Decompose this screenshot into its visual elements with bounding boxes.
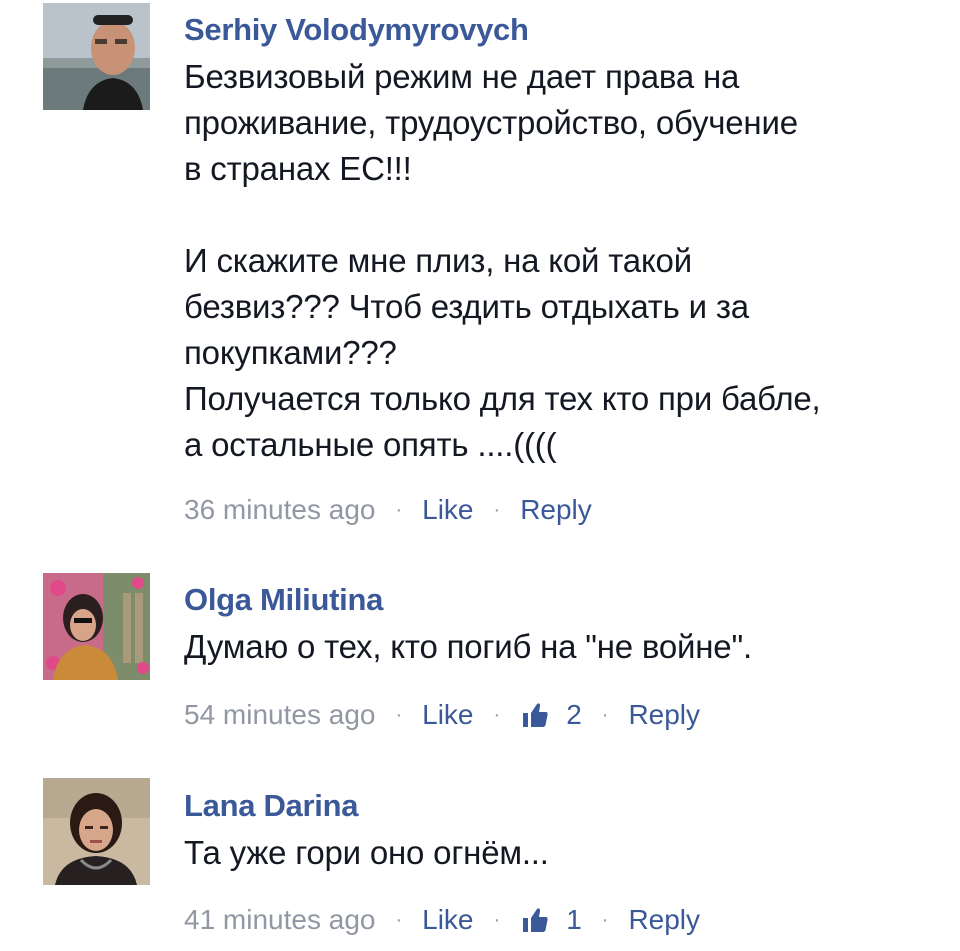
comment-text-line: Та уже гори оно огнём... bbox=[184, 834, 549, 871]
reply-button[interactable]: Reply bbox=[628, 697, 700, 733]
comment-text-line: покупками??? bbox=[184, 334, 397, 371]
separator-dot: · bbox=[493, 909, 501, 931]
comment-text-line: проживание, трудоустройство, обучение bbox=[184, 104, 798, 141]
comment-actions: 54 minutes ago · Like · 2 · Reply bbox=[184, 697, 700, 733]
separator-dot: · bbox=[601, 704, 609, 726]
comment-text-line: Безвизовый режим не дает права на bbox=[184, 58, 740, 95]
comment-author[interactable]: Olga Miliutina bbox=[184, 580, 940, 620]
thumbs-up-icon bbox=[523, 703, 548, 727]
separator-dot: · bbox=[601, 909, 609, 931]
comment-timestamp[interactable]: 54 minutes ago bbox=[184, 697, 375, 733]
comment-text-line: в странах ЕС!!! bbox=[184, 150, 412, 187]
comment-text-line: а остальные опять ....(((( bbox=[184, 426, 557, 463]
avatar[interactable] bbox=[43, 573, 150, 680]
reply-button[interactable]: Reply bbox=[520, 492, 592, 528]
comment-timestamp[interactable]: 36 minutes ago bbox=[184, 492, 375, 528]
comment-actions: 36 minutes ago · Like · Reply bbox=[184, 492, 592, 528]
thumbs-up-icon bbox=[523, 908, 548, 932]
comment-timestamp[interactable]: 41 minutes ago bbox=[184, 902, 375, 938]
separator-dot: · bbox=[493, 704, 501, 726]
like-button[interactable]: Like bbox=[422, 697, 473, 733]
comment-text-line: И скажите мне плиз, на кой такой bbox=[184, 242, 692, 279]
separator-dot: · bbox=[395, 499, 403, 521]
comment-text-line: безвиз??? Чтоб ездить отдыхать и за bbox=[184, 288, 749, 325]
comment-text-line bbox=[184, 192, 940, 238]
avatar[interactable] bbox=[43, 3, 150, 110]
comment-text-line: Думаю о тех, кто погиб на "не войне". bbox=[184, 628, 752, 665]
like-count[interactable]: 1 bbox=[520, 902, 582, 938]
like-count[interactable]: 2 bbox=[520, 697, 582, 733]
separator-dot: · bbox=[493, 499, 501, 521]
avatar-image bbox=[43, 573, 150, 680]
comment-author[interactable]: Lana Darina bbox=[184, 786, 940, 826]
comment-author[interactable]: Serhiy Volodymyrovych bbox=[184, 10, 940, 50]
like-button[interactable]: Like bbox=[422, 492, 473, 528]
like-count-value: 2 bbox=[566, 699, 582, 730]
like-count-value: 1 bbox=[566, 904, 582, 935]
like-button[interactable]: Like bbox=[422, 902, 473, 938]
comment-text-line: Получается только для тех кто при бабле, bbox=[184, 380, 821, 417]
avatar-image bbox=[43, 778, 150, 885]
separator-dot: · bbox=[395, 704, 403, 726]
avatar[interactable] bbox=[43, 778, 150, 885]
avatar-image bbox=[43, 3, 150, 110]
reply-button[interactable]: Reply bbox=[628, 902, 700, 938]
comment-actions: 41 minutes ago · Like · 1 · Reply bbox=[184, 902, 700, 938]
separator-dot: · bbox=[395, 909, 403, 931]
